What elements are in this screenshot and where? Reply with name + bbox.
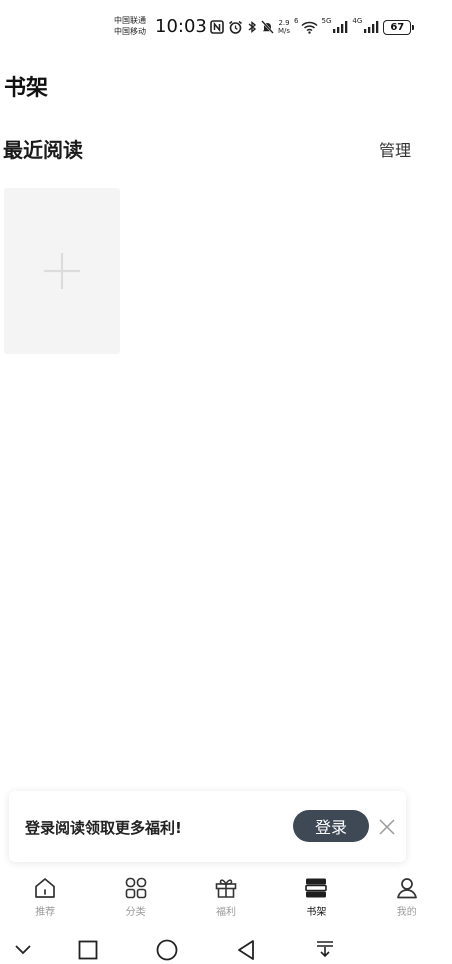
bluetooth-icon <box>248 21 257 33</box>
nfc-icon <box>210 20 224 34</box>
close-icon[interactable] <box>377 817 397 837</box>
bottom-tab-bar: 推荐 分类 福利 书架 我的 <box>0 872 452 924</box>
tab-category-label: 分类 <box>125 907 146 918</box>
home-button-icon[interactable] <box>156 939 178 961</box>
signal-2-icon <box>364 21 379 33</box>
network-1-tag: 5G <box>321 17 332 25</box>
user-icon <box>396 878 417 899</box>
login-button[interactable]: 登录 <box>293 810 369 842</box>
tab-mine[interactable]: 我的 <box>362 872 452 924</box>
home-icon <box>35 878 56 898</box>
network-2-tag: 4G <box>352 17 363 25</box>
tab-recommend-label: 推荐 <box>35 907 56 918</box>
status-icons: 2.9 M/s 6 5G 4G 67 <box>210 17 415 37</box>
alarm-icon <box>229 20 242 34</box>
wifi-tag: 6 <box>294 17 299 25</box>
network-speed: 2.9 M/s <box>278 19 290 35</box>
tab-category[interactable]: 分类 <box>90 872 180 924</box>
carrier-1: 中国联通 <box>114 16 146 25</box>
notification-pulldown-icon[interactable] <box>316 940 334 958</box>
speed-unit: M/s <box>278 27 291 35</box>
battery-level: 67 <box>390 21 405 33</box>
recent-apps-icon[interactable] <box>78 940 98 960</box>
tab-bookshelf[interactable]: 书架 <box>271 872 361 924</box>
recent-reading-title: 最近阅读 <box>3 138 83 162</box>
bookshelf-icon <box>305 878 328 898</box>
system-nav-bar <box>0 932 452 964</box>
wifi-icon <box>301 21 318 34</box>
speed-value: 2.9 <box>278 19 290 27</box>
login-promo-banner: 登录阅读领取更多福利! 登录 <box>9 791 406 862</box>
plus-icon <box>44 253 80 289</box>
battery-indicator: 67 <box>383 19 415 35</box>
chevron-down-icon[interactable] <box>14 944 32 956</box>
signal-1-icon <box>333 21 348 33</box>
grid-icon <box>125 877 146 899</box>
page-title: 书架 <box>4 75 49 101</box>
mute-bell-icon <box>261 20 274 34</box>
tab-mine-label: 我的 <box>396 907 417 918</box>
carrier-names: 中国联通 中国移动 <box>114 15 146 37</box>
tab-welfare-label: 福利 <box>215 907 236 918</box>
status-time: 10:03 <box>155 16 207 37</box>
carrier-2: 中国移动 <box>114 27 146 36</box>
status-bar: 中国联通 中国移动 10:03 2.9 M/s 6 5G 4G 67 <box>0 0 452 56</box>
login-promo-text: 登录阅读领取更多福利! <box>25 819 182 837</box>
manage-button[interactable]: 管理 <box>379 137 411 161</box>
tab-bookshelf-label: 书架 <box>306 907 327 918</box>
gift-icon <box>215 879 237 898</box>
add-book-card[interactable] <box>4 188 120 354</box>
back-icon[interactable] <box>236 939 256 961</box>
tab-recommend[interactable]: 推荐 <box>0 872 90 924</box>
tab-welfare[interactable]: 福利 <box>181 872 271 924</box>
